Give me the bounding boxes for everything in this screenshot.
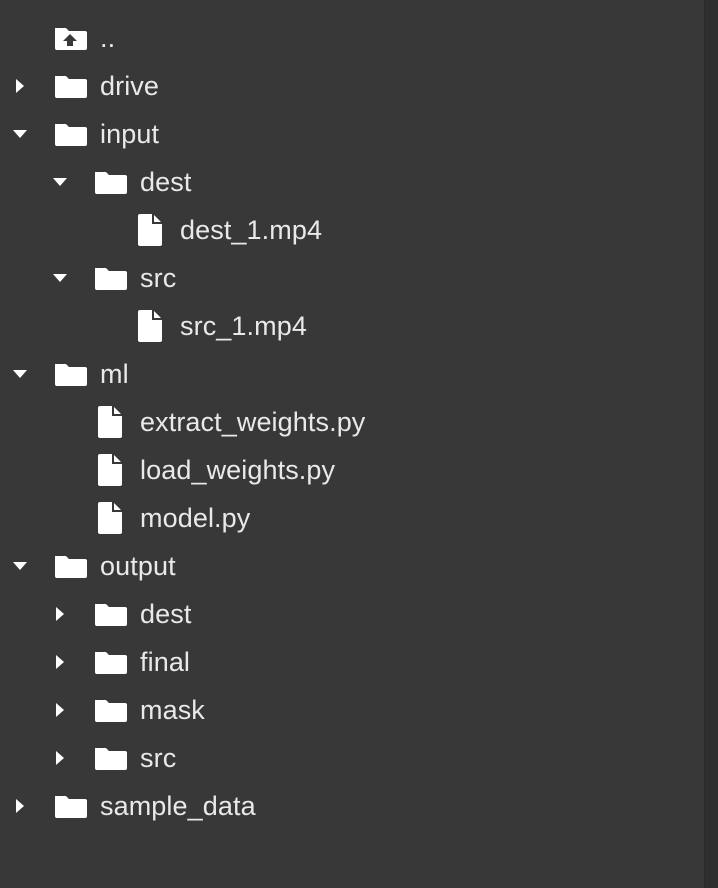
chevron-down-icon[interactable] bbox=[40, 158, 80, 206]
folder-icon bbox=[52, 350, 88, 398]
tree-item-label: dest bbox=[140, 166, 192, 197]
tree-row-folder[interactable]: dest bbox=[0, 158, 700, 206]
folder-icon bbox=[52, 542, 88, 590]
chevron-right-icon[interactable] bbox=[40, 686, 80, 734]
tree-item-label: final bbox=[140, 646, 191, 677]
folder-icon bbox=[92, 158, 128, 206]
chevron-down-icon[interactable] bbox=[0, 350, 40, 398]
chevron-right-icon[interactable] bbox=[40, 638, 80, 686]
folder-icon bbox=[52, 110, 88, 158]
tree-item-label: dest_1.mp4 bbox=[180, 214, 323, 245]
tree-item-label: input bbox=[100, 118, 160, 149]
file-icon bbox=[92, 446, 128, 494]
tree-item-label: .. bbox=[100, 22, 116, 53]
tree-row-file[interactable]: model.py bbox=[0, 494, 700, 542]
file-icon bbox=[132, 302, 168, 350]
tree-row-file[interactable]: load_weights.py bbox=[0, 446, 700, 494]
chevron-down-icon[interactable] bbox=[0, 542, 40, 590]
tree-row-folder[interactable]: input bbox=[0, 110, 700, 158]
tree-item-label: output bbox=[100, 550, 176, 581]
folder-icon bbox=[92, 590, 128, 638]
tree-item-label: extract_weights.py bbox=[140, 406, 366, 437]
tree-item-label: ml bbox=[100, 358, 129, 389]
tree-row-folder[interactable]: src bbox=[0, 734, 700, 782]
tree-row-folder[interactable]: output bbox=[0, 542, 700, 590]
folder-icon bbox=[52, 782, 88, 830]
tree-item-label: dest bbox=[140, 598, 192, 629]
chevron-right-icon[interactable] bbox=[40, 590, 80, 638]
file-icon bbox=[92, 494, 128, 542]
tree-row-file[interactable]: extract_weights.py bbox=[0, 398, 700, 446]
chevron-right-icon[interactable] bbox=[0, 782, 40, 830]
tree-row-folder[interactable]: sample_data bbox=[0, 782, 700, 830]
chevron-right-icon[interactable] bbox=[0, 62, 40, 110]
tree-item-label: mask bbox=[140, 694, 205, 725]
tree-item-label: src bbox=[140, 742, 177, 773]
folder-icon bbox=[92, 686, 128, 734]
folder-icon bbox=[92, 638, 128, 686]
tree-row-parent[interactable]: .. bbox=[0, 14, 700, 62]
folder-icon bbox=[92, 734, 128, 782]
tree-row-folder[interactable]: final bbox=[0, 638, 700, 686]
chevron-down-icon[interactable] bbox=[0, 110, 40, 158]
folder-icon bbox=[92, 254, 128, 302]
tree-item-label: src bbox=[140, 262, 177, 293]
tree-item-label: load_weights.py bbox=[140, 454, 336, 485]
file-icon bbox=[132, 206, 168, 254]
tree-item-label: drive bbox=[100, 70, 160, 101]
tree-row-folder[interactable]: mask bbox=[0, 686, 700, 734]
chevron-right-icon[interactable] bbox=[40, 734, 80, 782]
tree-item-label: sample_data bbox=[100, 790, 256, 821]
file-browser-panel: .. drive input dest dest_1.mp4 src src_1… bbox=[0, 0, 718, 888]
tree-row-file[interactable]: dest_1.mp4 bbox=[0, 206, 700, 254]
folder-icon bbox=[52, 62, 88, 110]
chevron-down-icon[interactable] bbox=[40, 254, 80, 302]
tree-row-folder[interactable]: dest bbox=[0, 590, 700, 638]
scrollbar[interactable] bbox=[704, 0, 718, 888]
tree-row-file[interactable]: src_1.mp4 bbox=[0, 302, 700, 350]
tree-row-folder[interactable]: drive bbox=[0, 62, 700, 110]
folder-up-icon bbox=[52, 14, 88, 62]
tree-row-folder[interactable]: src bbox=[0, 254, 700, 302]
file-tree: .. drive input dest dest_1.mp4 src src_1… bbox=[0, 14, 700, 830]
file-icon bbox=[92, 398, 128, 446]
tree-item-label: model.py bbox=[140, 502, 251, 533]
tree-item-label: src_1.mp4 bbox=[180, 310, 307, 341]
tree-row-folder[interactable]: ml bbox=[0, 350, 700, 398]
